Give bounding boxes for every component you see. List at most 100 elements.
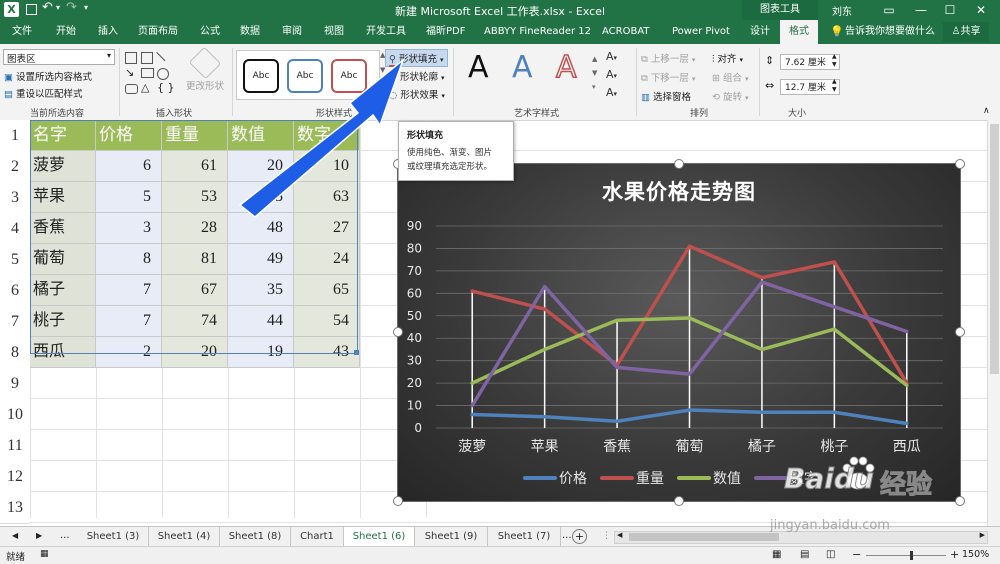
zoom-in-icon[interactable]: +: [950, 548, 959, 561]
tab-file[interactable]: 文件: [12, 20, 32, 44]
sheet-tab-1[interactable]: Sheet1 (3): [78, 527, 149, 547]
row-header[interactable]: 4: [0, 213, 30, 245]
line-shape-icon[interactable]: [155, 52, 166, 62]
sheet-tab-6[interactable]: Sheet1 (9): [415, 527, 488, 547]
zoom-out-icon[interactable]: −: [852, 548, 861, 561]
y-tick-label[interactable]: 50: [407, 309, 422, 323]
page-layout-view-icon[interactable]: ▤: [800, 549, 809, 560]
selection-pane-button[interactable]: ▥ 选择窗格: [641, 89, 691, 103]
y-tick-label[interactable]: 30: [407, 354, 422, 368]
ribbon-display-options-icon[interactable]: ▭: [874, 0, 904, 20]
sheet-scroll-right-icon[interactable]: ▶: [36, 531, 42, 540]
tab-power-pivot[interactable]: Power Pivot: [672, 20, 730, 44]
tab-view[interactable]: 视图: [324, 20, 344, 44]
height-input[interactable]: 7.62 厘米: [780, 54, 840, 70]
legend-label[interactable]: 数值: [713, 471, 741, 487]
y-tick-label[interactable]: 40: [407, 331, 422, 345]
y-tick-label[interactable]: 0: [414, 421, 422, 435]
x-tick-label[interactable]: 香蕉: [603, 439, 631, 455]
wordart-style-blue[interactable]: A: [512, 50, 533, 85]
brace-shape-icon[interactable]: { }: [157, 82, 175, 93]
zoom-slider-thumb[interactable]: [910, 551, 913, 560]
sheet-more-left[interactable]: ...: [60, 530, 70, 541]
tab-formulas[interactable]: 公式: [200, 20, 220, 44]
text-outline-icon[interactable]: A▾: [606, 68, 617, 81]
share-button[interactable]: ♙共享: [943, 22, 989, 42]
row-header[interactable]: 2: [0, 151, 30, 183]
width-stepper-icon[interactable]: ▲ ▼: [832, 78, 837, 94]
macro-record-icon[interactable]: ▦: [40, 549, 49, 559]
tab-split-handle[interactable]: ⋮: [602, 531, 611, 541]
tab-developer[interactable]: 开发工具: [366, 20, 406, 44]
row-header[interactable]: 13: [0, 492, 30, 524]
close-icon[interactable]: ✕: [966, 0, 996, 20]
oval-shape-icon[interactable]: [157, 68, 169, 80]
chart-resize-handle-ml[interactable]: [393, 327, 403, 337]
user-name[interactable]: 刘东: [832, 3, 852, 18]
row-header[interactable]: 6: [0, 275, 30, 307]
tell-me-box[interactable]: 告诉我你想要做什么: [845, 20, 935, 44]
triangle-shape-icon[interactable]: △: [141, 82, 149, 93]
zoom-slider[interactable]: [866, 551, 946, 560]
scroll-left-icon[interactable]: ◀: [617, 531, 622, 539]
height-stepper-icon[interactable]: ▲ ▼: [832, 53, 837, 69]
wordart-style-red[interactable]: A: [555, 49, 577, 86]
legend-label[interactable]: 重量: [636, 471, 664, 487]
new-sheet-icon[interactable]: +: [572, 529, 587, 544]
tab-home[interactable]: 开始: [56, 20, 76, 44]
text-box-vertical-shape-icon[interactable]: [141, 52, 153, 64]
zoom-level[interactable]: 150%: [962, 549, 989, 560]
chart-resize-handle-bm[interactable]: [674, 496, 684, 506]
wordart-gallery-more-icon[interactable]: ▲ ▼ ▾: [592, 52, 597, 94]
vertical-scrollbar[interactable]: [987, 120, 1000, 526]
tab-review[interactable]: 审阅: [282, 20, 302, 44]
selection-handle[interactable]: [354, 350, 359, 355]
wordart-style-black[interactable]: A: [468, 50, 489, 85]
align-button[interactable]: ⫶ 对齐 ▾: [712, 51, 743, 65]
text-effects-icon[interactable]: A▾: [606, 86, 617, 99]
tab-format[interactable]: 格式: [780, 20, 818, 44]
y-tick-label[interactable]: 70: [407, 264, 422, 278]
tab-foxit-pdf[interactable]: 福昕PDF: [426, 20, 465, 44]
normal-view-icon[interactable]: ▦: [772, 549, 781, 560]
reset-style-button[interactable]: ▤ 重设以匹配样式: [4, 86, 83, 100]
row-header[interactable]: 1: [0, 120, 30, 152]
rounded-rect-shape-icon[interactable]: [125, 84, 138, 94]
text-fill-icon[interactable]: A▾: [606, 50, 617, 63]
sheet-tab-2[interactable]: Sheet1 (4): [149, 527, 220, 547]
tab-acrobat[interactable]: ACROBAT: [602, 20, 650, 44]
tab-data[interactable]: 数据: [240, 20, 260, 44]
row-header[interactable]: 12: [0, 461, 30, 493]
x-tick-label[interactable]: 苹果: [531, 439, 559, 455]
width-input[interactable]: 12.7 厘米: [780, 79, 840, 95]
text-box-shape-icon[interactable]: [125, 52, 137, 64]
chart-resize-handle-bl[interactable]: [393, 496, 403, 506]
minimize-icon[interactable]: —: [906, 0, 936, 20]
sheet-tab-chart1[interactable]: Chart1: [291, 527, 344, 547]
chart-element-dropdown[interactable]: 图表区 ▾: [3, 49, 115, 65]
y-tick-label[interactable]: 80: [407, 241, 422, 255]
sheet-tab-7[interactable]: Sheet1 (7): [488, 527, 561, 547]
tab-design[interactable]: 设计: [750, 20, 770, 44]
row-header[interactable]: 10: [0, 399, 30, 431]
x-tick-label[interactable]: 菠萝: [458, 439, 486, 455]
row-header[interactable]: 3: [0, 182, 30, 214]
row-header[interactable]: 11: [0, 430, 30, 462]
x-tick-label[interactable]: 葡萄: [676, 439, 704, 455]
sheet-more-right[interactable]: ...: [562, 530, 572, 541]
rectangle-shape-icon[interactable]: [141, 68, 154, 78]
sheet-scroll-left-icon[interactable]: ◀: [12, 531, 18, 540]
row-header[interactable]: 9: [0, 368, 30, 400]
maximize-icon[interactable]: ☐: [935, 0, 965, 20]
y-tick-label[interactable]: 10: [407, 399, 422, 413]
tab-abbyy[interactable]: ABBYY FineReader 12: [484, 20, 591, 44]
page-break-view-icon[interactable]: ◫: [826, 549, 835, 560]
row-header[interactable]: 8: [0, 337, 30, 369]
horizontal-scroll-thumb[interactable]: [629, 533, 779, 541]
scroll-right-icon[interactable]: ▶: [980, 531, 985, 539]
format-selection-button[interactable]: ▣ 设置所选内容格式: [4, 69, 92, 83]
tab-insert[interactable]: 插入: [98, 20, 118, 44]
y-tick-label[interactable]: 60: [407, 286, 422, 300]
y-tick-label[interactable]: 20: [407, 376, 422, 390]
tab-page-layout[interactable]: 页面布局: [138, 20, 178, 44]
